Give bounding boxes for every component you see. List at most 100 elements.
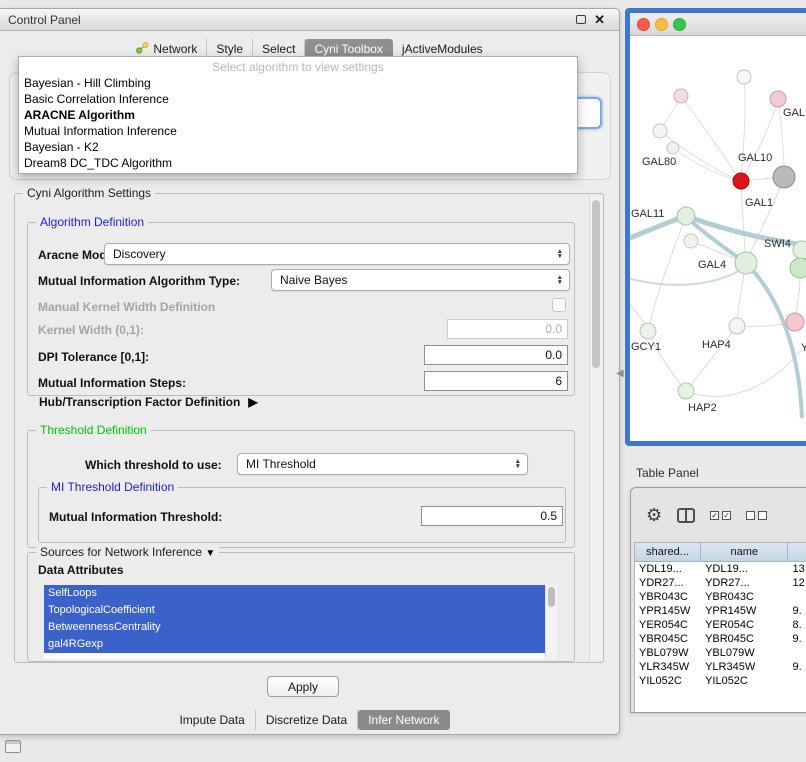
table-row[interactable]: YDL19...YDL19...13 <box>635 562 806 576</box>
table-cell: YER054C <box>635 618 701 632</box>
column-header[interactable]: name <box>701 543 788 562</box>
network-edge[interactable] <box>681 96 741 181</box>
network-window-titlebar[interactable] <box>630 13 806 36</box>
checked-box-icon: ✓ <box>710 511 719 520</box>
unchecked-box-icon <box>746 511 755 520</box>
minimized-panel-icon[interactable] <box>5 740 21 753</box>
dpi-tolerance-input[interactable] <box>424 345 568 365</box>
sources-group: Sources for Network Inference ▼ Data Att… <box>27 552 575 662</box>
table-cell: YDR27... <box>635 576 701 590</box>
aracne-mode-value: Discovery <box>113 247 166 261</box>
network-node[interactable] <box>653 124 667 138</box>
select-all-columns-icon[interactable]: ✓ ✓ <box>710 511 731 520</box>
algorithm-option[interactable]: Dream8 DC_TDC Algorithm <box>19 155 577 171</box>
network-edge[interactable] <box>741 99 778 181</box>
table-cell: YBR045C <box>635 632 701 646</box>
sources-title[interactable]: Sources for Network Inference ▼ <box>36 545 219 559</box>
mi-type-value: Naive Bayes <box>280 273 347 287</box>
zoom-traffic-light[interactable] <box>673 18 686 31</box>
network-node[interactable] <box>773 166 795 188</box>
table-row[interactable]: YBR043CYBR043C <box>635 590 806 604</box>
apply-button[interactable]: Apply <box>267 676 339 697</box>
deselect-all-columns-icon[interactable] <box>746 511 767 520</box>
network-edge[interactable] <box>686 350 801 396</box>
attribute-item[interactable]: gal4RGexp <box>44 636 557 653</box>
table-row[interactable]: YER054CYER054C8. <box>635 618 806 632</box>
gear-icon[interactable]: ⚙ <box>646 506 662 524</box>
column-header[interactable]: shared... <box>635 543 701 562</box>
algorithm-option[interactable]: Bayesian - Hill Climbing <box>19 75 577 91</box>
bottom-tab-impute-data[interactable]: Impute Data <box>169 710 255 730</box>
network-node[interactable] <box>770 91 786 107</box>
network-edge[interactable] <box>746 177 784 263</box>
minimize-traffic-light[interactable] <box>655 18 668 31</box>
attributes-scrollbar[interactable] <box>545 585 557 659</box>
network-edge[interactable] <box>746 263 802 418</box>
panel-collapse-handle[interactable]: ◀ <box>616 368 624 379</box>
network-node[interactable] <box>733 173 749 189</box>
columns-icon[interactable] <box>677 508 695 523</box>
scrollbar-thumb[interactable] <box>548 587 555 607</box>
column-header[interactable] <box>788 543 806 562</box>
algorithm-option[interactable]: Mutual Information Inference <box>19 123 577 139</box>
network-node[interactable] <box>729 318 745 334</box>
table-cell: YLR345W <box>701 660 788 674</box>
network-node[interactable] <box>737 70 751 84</box>
network-node[interactable] <box>786 313 804 331</box>
float-window-icon[interactable] <box>576 15 586 24</box>
network-edge[interactable] <box>648 331 686 391</box>
network-edge[interactable] <box>741 181 746 263</box>
cyni-settings-title: Cyni Algorithm Settings <box>23 186 155 200</box>
table-cell: YLR345W <box>635 660 701 674</box>
attribute-item[interactable]: BetweennessCentrality <box>44 619 557 636</box>
network-node[interactable] <box>793 241 806 259</box>
network-node[interactable] <box>667 142 679 154</box>
table-row[interactable]: YPR145WYPR145W9. <box>635 604 806 618</box>
manual-kernel-checkbox[interactable] <box>552 298 566 312</box>
table-row[interactable]: YDR27...YDR27...12 <box>635 576 806 590</box>
bottom-tab-infer-network[interactable]: Infer Network <box>358 710 449 730</box>
settings-scrollbar[interactable] <box>589 196 602 660</box>
control-panel-window: Control Panel ✕ NetworkStyleSelectCyni T… <box>0 8 620 735</box>
network-node[interactable] <box>677 207 695 225</box>
algorithm-option[interactable]: ARACNE Algorithm <box>19 107 577 123</box>
close-icon[interactable]: ✕ <box>594 13 605 26</box>
table-cell: 13 <box>788 562 806 576</box>
which-threshold-dropdown[interactable]: MI Threshold ▲▼ <box>237 453 528 475</box>
mi-type-dropdown[interactable]: Naive Bayes ▲▼ <box>271 269 570 291</box>
expand-down-icon: ▼ <box>205 548 215 559</box>
aracne-mode-dropdown[interactable]: Discovery ▲▼ <box>104 243 570 265</box>
scrollbar-thumb[interactable] <box>592 200 600 368</box>
network-node[interactable] <box>684 234 698 248</box>
control-panel-titlebar[interactable]: Control Panel ✕ <box>0 9 619 31</box>
network-edge[interactable] <box>741 77 745 181</box>
attribute-item[interactable]: TopologicalCoefficient <box>44 602 557 619</box>
table-row[interactable]: YLR345WYLR345W9. <box>635 660 806 674</box>
table-row[interactable]: YIL052CYIL052C <box>635 674 806 688</box>
mi-threshold-group: MI Threshold Definition Mutual Informati… <box>38 487 566 543</box>
table-cell <box>788 674 806 688</box>
network-edge[interactable] <box>686 326 737 391</box>
network-node[interactable] <box>640 323 656 339</box>
network-edge[interactable] <box>648 216 686 331</box>
kernel-width-input[interactable] <box>447 319 568 339</box>
bottom-tab-discretize-data[interactable]: Discretize Data <box>256 710 358 730</box>
expand-right-icon: ▶ <box>248 395 257 409</box>
table-cell: YPR145W <box>635 604 701 618</box>
table-row[interactable]: YBR045CYBR045C9. <box>635 632 806 646</box>
data-attributes-list[interactable]: SelfLoopsTopologicalCoefficientBetweenne… <box>44 585 557 659</box>
network-node[interactable] <box>735 252 757 274</box>
algorithm-option[interactable]: Basic Correlation Inference <box>19 91 577 107</box>
algorithm-option[interactable]: Bayesian - K2 <box>19 139 577 155</box>
network-node[interactable] <box>790 258 806 278</box>
network-edge[interactable] <box>630 268 744 285</box>
network-node[interactable] <box>678 383 694 399</box>
network-canvas[interactable]: GALGAL80GAL10GAL11GAL1SWI4GAL4GCY1HAP4YH… <box>630 36 806 418</box>
mi-steps-input[interactable] <box>424 371 568 391</box>
close-traffic-light[interactable] <box>637 18 650 31</box>
table-row[interactable]: YBL079WYBL079W <box>635 646 806 660</box>
attribute-item[interactable]: SelfLoops <box>44 585 557 602</box>
network-node[interactable] <box>674 89 688 103</box>
mi-threshold-input[interactable] <box>421 506 563 526</box>
hub-definition-toggle[interactable]: Hub/Transcription Factor Definition ▶ <box>39 395 258 409</box>
